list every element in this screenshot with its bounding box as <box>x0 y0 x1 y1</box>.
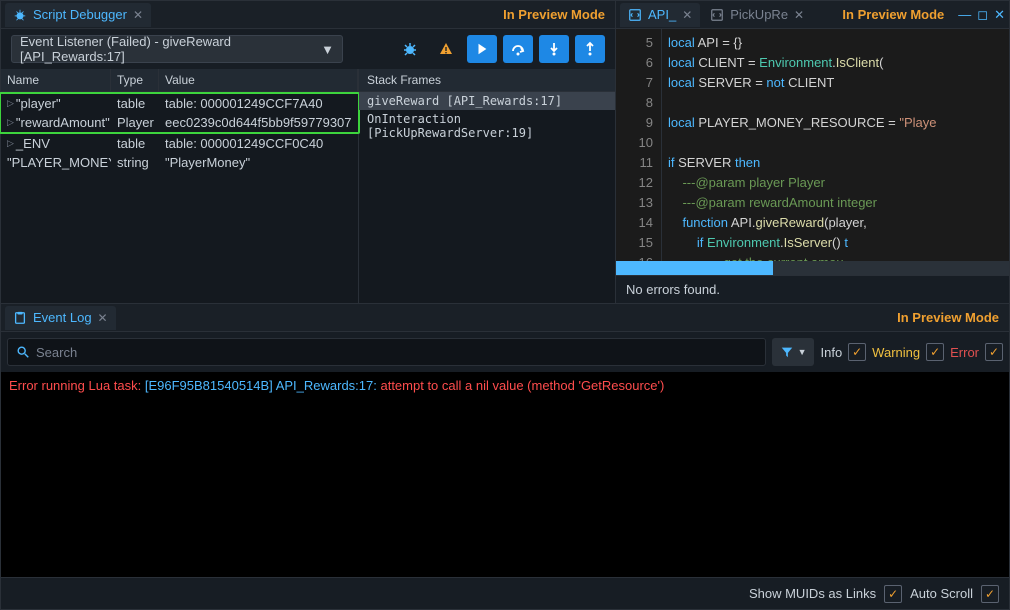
debugger-tabrow: Script Debugger ✕ In Preview Mode <box>1 1 615 29</box>
close-icon[interactable]: ✕ <box>98 311 108 325</box>
eventlog-tabrow: Event Log ✕ In Preview Mode <box>1 304 1009 332</box>
tab-event-log[interactable]: Event Log ✕ <box>5 306 116 330</box>
dropdown-label: Event Listener (Failed) - giveReward [AP… <box>20 34 321 64</box>
close-icon[interactable]: ✕ <box>682 8 692 22</box>
error-line: Error running Lua task: [E96F95B81540514… <box>9 378 1001 393</box>
level-warning-label: Warning <box>872 345 920 360</box>
error-checkbox[interactable]: ✓ <box>985 343 1003 361</box>
close-icon[interactable]: ✕ <box>994 7 1005 23</box>
event-log-panel: Event Log ✕ In Preview Mode Search ▼ Inf… <box>0 304 1010 610</box>
warning-checkbox[interactable]: ✓ <box>926 343 944 361</box>
preview-mode-label: In Preview Mode <box>503 7 605 22</box>
variable-row[interactable]: ▷"player"tabletable: 000001249CCF7A40 <box>1 94 358 113</box>
editor-tab[interactable]: PickUpRe✕ <box>702 3 812 27</box>
search-placeholder: Search <box>36 345 77 360</box>
funnel-icon <box>780 345 794 359</box>
bug-button[interactable] <box>395 35 425 63</box>
info-checkbox[interactable]: ✓ <box>848 343 866 361</box>
muids-checkbox[interactable]: ✓ <box>884 585 902 603</box>
script-icon <box>628 8 642 22</box>
clipboard-icon <box>13 311 27 325</box>
stack-header: Stack Frames <box>359 69 615 92</box>
col-type-header[interactable]: Type <box>111 69 159 91</box>
bug-icon <box>13 8 27 22</box>
editor-tab[interactable]: API_✕ <box>620 3 700 27</box>
editor-status: No errors found. <box>616 275 1009 303</box>
debugger-toolbar: Event Listener (Failed) - giveReward [AP… <box>1 29 615 69</box>
stack-frames-panel: Stack Frames giveReward [API_Rewards:17]… <box>359 69 615 303</box>
variable-row[interactable]: ▷"rewardAmount"Playereec0239c0d644f5bb9f… <box>1 113 358 132</box>
stack-frame[interactable]: giveReward [API_Rewards:17] <box>359 92 615 110</box>
step-out-button[interactable] <box>575 35 605 63</box>
tab-label: Event Log <box>33 310 92 325</box>
script-debugger-panel: Script Debugger ✕ In Preview Mode Event … <box>0 0 616 304</box>
search-icon <box>16 345 30 359</box>
tab-label: Script Debugger <box>33 7 127 22</box>
event-listener-dropdown[interactable]: Event Listener (Failed) - giveReward [AP… <box>11 35 343 63</box>
play-button[interactable] <box>467 35 497 63</box>
eventlog-footer: Show MUIDs as Links ✓ Auto Scroll ✓ <box>1 577 1009 609</box>
chevron-down-icon: ▼ <box>321 42 334 57</box>
variable-row[interactable]: "PLAYER_MONEY_string"PlayerMoney" <box>1 153 358 172</box>
chevron-down-icon: ▼ <box>798 347 807 357</box>
filter-button[interactable]: ▼ <box>772 338 815 366</box>
step-into-button[interactable] <box>539 35 569 63</box>
warning-button[interactable] <box>431 35 461 63</box>
level-info-label: Info <box>820 345 842 360</box>
col-name-header[interactable]: Name <box>1 69 111 91</box>
line-gutter: 567891011121314151617 <box>616 29 662 261</box>
close-icon[interactable]: ✕ <box>133 8 143 22</box>
minimize-icon[interactable]: — <box>958 7 971 23</box>
close-icon[interactable]: ✕ <box>794 8 804 22</box>
col-value-header[interactable]: Value <box>159 69 358 91</box>
preview-mode-label: In Preview Mode <box>897 310 999 325</box>
horizontal-scrollbar[interactable] <box>616 261 1009 275</box>
tab-script-debugger[interactable]: Script Debugger ✕ <box>5 3 151 27</box>
code-editor-panel: API_✕PickUpRe✕ In Preview Mode — ◻ ✕ 567… <box>616 0 1010 304</box>
console-output[interactable]: Error running Lua task: [E96F95B81540514… <box>1 372 1009 577</box>
autoscroll-label: Auto Scroll <box>910 586 973 601</box>
step-over-button[interactable] <box>503 35 533 63</box>
search-input[interactable]: Search <box>7 338 766 366</box>
code-area[interactable]: 567891011121314151617 local API = {}loca… <box>616 29 1009 261</box>
preview-mode-label: In Preview Mode <box>842 7 944 22</box>
show-muids-label: Show MUIDs as Links <box>749 586 876 601</box>
variable-row[interactable]: ▷_ENVtabletable: 000001249CCF0C40 <box>1 134 358 153</box>
stack-frame[interactable]: OnInteraction [PickUpRewardServer:19] <box>359 110 615 142</box>
level-error-label: Error <box>950 345 979 360</box>
editor-tabrow: API_✕PickUpRe✕ In Preview Mode — ◻ ✕ <box>616 1 1009 29</box>
autoscroll-checkbox[interactable]: ✓ <box>981 585 999 603</box>
script-icon <box>710 8 724 22</box>
maximize-icon[interactable]: ◻ <box>977 7 988 23</box>
variables-table: Name Type Value ▷"player"tabletable: 000… <box>1 69 359 303</box>
